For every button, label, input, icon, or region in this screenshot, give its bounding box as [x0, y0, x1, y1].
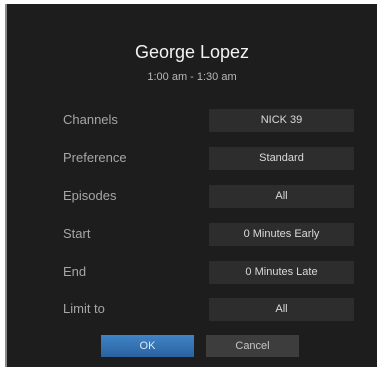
preference-label: Preference [63, 150, 127, 165]
ok-button[interactable]: OK [101, 335, 194, 357]
episodes-selector[interactable]: All [209, 185, 354, 208]
episodes-label: Episodes [63, 188, 117, 203]
channels-selector[interactable]: NICK 39 [209, 109, 354, 132]
program-time: 1:00 am - 1:30 am [147, 71, 237, 83]
start-selector[interactable]: 0 Minutes Early [209, 223, 354, 246]
recording-options-dialog: George Lopez 1:00 am - 1:30 am Channels … [5, 4, 377, 367]
end-selector[interactable]: 0 Minutes Late [209, 261, 354, 284]
channels-label: Channels [63, 112, 118, 127]
limit-to-selector[interactable]: All [209, 298, 354, 321]
start-label: Start [63, 226, 91, 241]
limit-to-label: Limit to [63, 301, 105, 316]
cancel-button[interactable]: Cancel [206, 335, 299, 357]
end-label: End [63, 264, 87, 279]
preference-selector[interactable]: Standard [209, 147, 354, 170]
program-title: George Lopez [134, 42, 250, 62]
